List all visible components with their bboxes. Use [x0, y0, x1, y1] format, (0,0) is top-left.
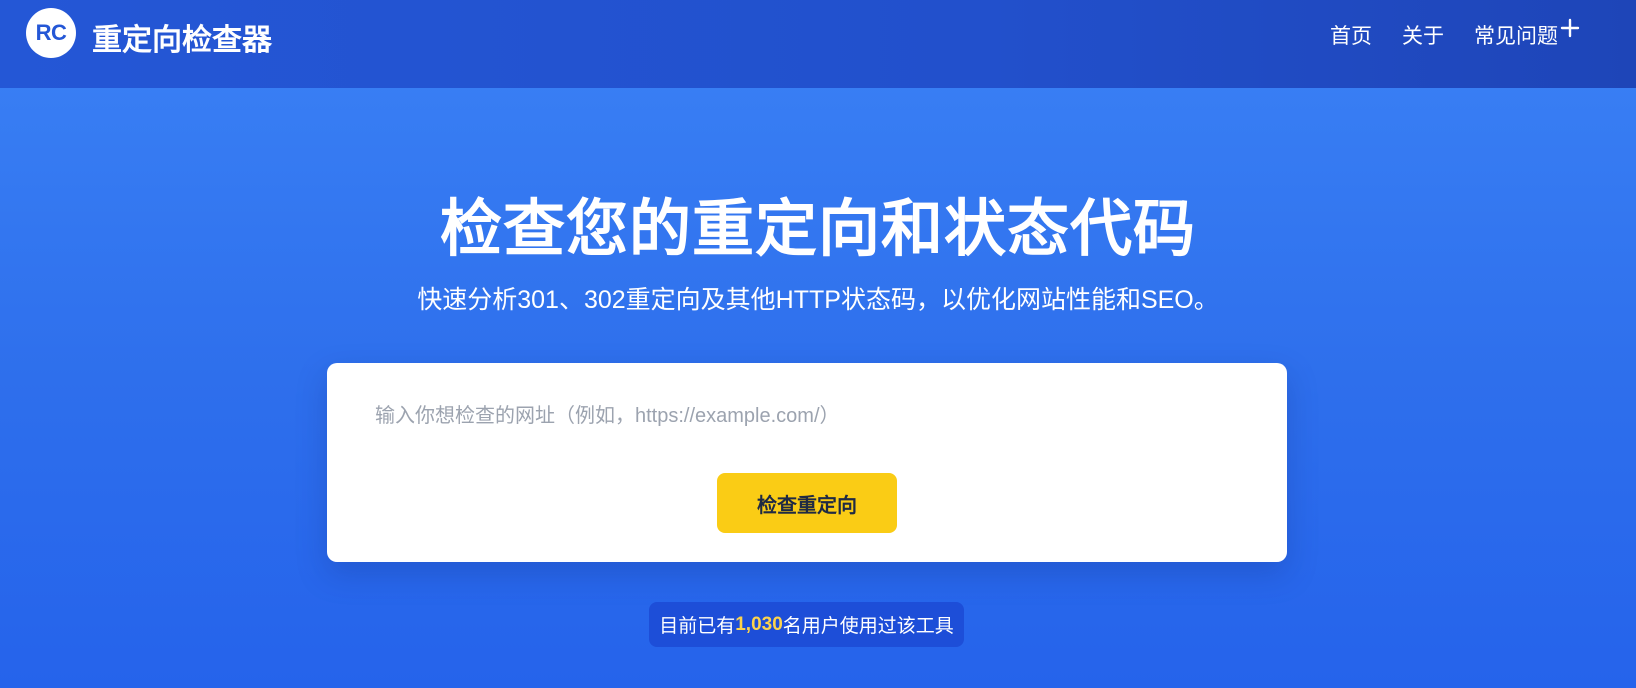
- site-header: RC 重定向检查器 首页 关于 常见问题: [0, 0, 1636, 88]
- page-title: 检查您的重定向和状态代码: [439, 195, 1196, 264]
- stats-prefix: 目前已有: [659, 616, 736, 637]
- logo[interactable]: RC: [26, 8, 76, 58]
- main-nav: 首页 关于 常见问题: [1330, 20, 1558, 50]
- user-count: 1,030: [735, 613, 783, 635]
- url-check-card: 检查重定向: [327, 363, 1287, 562]
- nav-item-about[interactable]: 关于: [1402, 20, 1444, 50]
- nav-item-faq[interactable]: 常见问题: [1474, 20, 1558, 50]
- check-redirect-button[interactable]: 检查重定向: [717, 473, 897, 533]
- nav-item-home[interactable]: 首页: [1330, 20, 1372, 50]
- plus-icon[interactable]: [1556, 14, 1584, 42]
- plus-icon-glyph: [1560, 18, 1580, 38]
- usage-stats-badge: 目前已有 1,030 名用户使用过该工具: [649, 602, 964, 647]
- url-input[interactable]: [375, 393, 1235, 439]
- brand-name[interactable]: 重定向检查器: [92, 15, 272, 59]
- page-subtitle: 快速分析301、302重定向及其他HTTP状态码，以优化网站性能和SEO。: [417, 286, 1219, 314]
- stats-suffix: 名用户使用过该工具: [782, 616, 954, 637]
